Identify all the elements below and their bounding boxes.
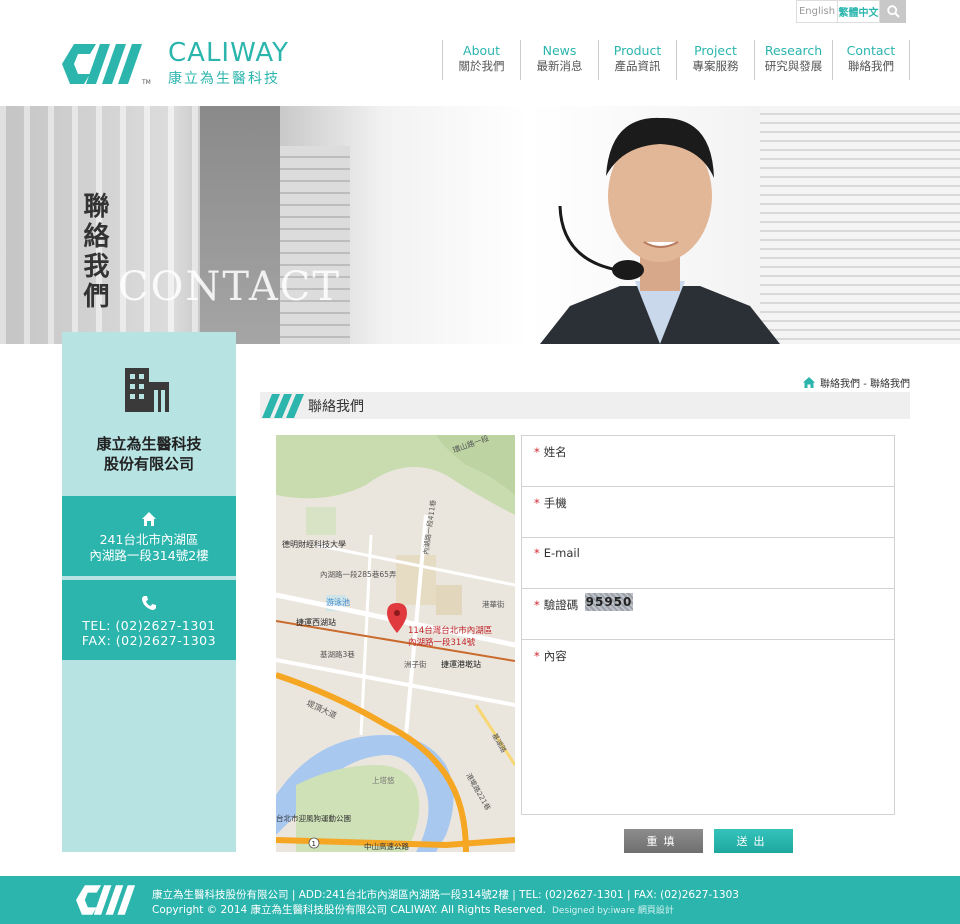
title-stripes-icon (262, 394, 304, 418)
section-title-bar: 聯絡我們 (260, 392, 910, 419)
nav-item-about[interactable]: About 關於我們 (442, 40, 520, 80)
map-label-expressway: 中山高速公路 (364, 841, 409, 851)
map-label-university: 德明財經科技大學 (282, 539, 346, 549)
map-label-station-gangqian: 捷運港墘站 (441, 659, 481, 669)
nav-label-zh: 聯絡我們 (848, 59, 894, 73)
banner-stairs-image (280, 146, 350, 344)
banner-title-zh: 聯絡我們 (79, 192, 109, 312)
tel-text: TEL: (02)2627-1301 (82, 618, 216, 633)
nav-label-en: About (463, 43, 500, 58)
banner-operator-photo (540, 117, 780, 344)
breadcrumb: 聯絡我們 - 聯絡我們 (803, 375, 910, 390)
sidebar-phone-card: TEL: (02)2627-1301 FAX: (02)2627-1303 (62, 580, 236, 660)
banner-blinds-image (760, 106, 960, 344)
main-nav: About 關於我們 News 最新消息 Product 產品資訊 Projec… (442, 40, 910, 80)
sidebar-company-card: 康立為生醫科技 股份有限公司 (62, 332, 236, 494)
submit-button[interactable]: 送出 (714, 829, 793, 853)
building-icon (125, 368, 169, 412)
content-field: * 內容 (522, 640, 894, 816)
name-field: * 姓名 (522, 436, 894, 487)
map-label-gangxi: 港華街 (482, 599, 505, 609)
map-label-pool: 游泳池 (326, 597, 350, 607)
nav-label-en: Project (694, 43, 737, 58)
footer-info: 康立為生醫科技股份有限公司 | ADD:241台北市內湖區內湖路一段314號2樓… (152, 889, 739, 901)
location-map[interactable]: 德明財經科技大學 內湖路一段285巷65弄 游泳池 捷運西湖站 114台灣台北市… (276, 435, 515, 852)
content-textarea[interactable] (540, 666, 880, 806)
captcha-input[interactable] (540, 613, 880, 633)
fax-text: FAX: (02)2627-1303 (81, 633, 217, 648)
sidebar-address-card: 241台北市內湖區 內湖路一段314號2樓 (62, 496, 236, 576)
nav-label-en: Product (613, 43, 662, 58)
page-title: 聯絡我們 (308, 398, 364, 415)
captcha-label: 驗證碼 (543, 598, 579, 612)
banner-title-en: CONTACT (118, 264, 342, 310)
map-label-station-west: 捷運西湖站 (296, 617, 336, 627)
nav-label-zh: 專案服務 (692, 59, 739, 73)
phone-label: 手機 (543, 496, 567, 510)
caliway-logo-mark-icon: TM (62, 44, 151, 84)
nav-item-contact[interactable]: Contact 聯絡我們 (832, 40, 910, 80)
map-label-lane: 洲子街 (404, 659, 427, 669)
utility-bar: English 繁體中文 (796, 0, 906, 23)
footer: 康立為生醫科技股份有限公司 | ADD:241台北市內湖區內湖路一段314號2樓… (0, 876, 960, 924)
map-label-park: 台北市迎風狗運動公園 (276, 813, 351, 823)
name-input[interactable] (540, 460, 880, 480)
nav-label-zh: 產品資訊 (614, 59, 661, 73)
logo-name-zh: 康立為生醫科技 (168, 71, 280, 87)
search-button[interactable] (880, 0, 906, 23)
required-mark: * (534, 445, 540, 459)
sidebar: 康立為生醫科技 股份有限公司 241台北市內湖區 內湖路一段314號2樓 TEL… (62, 332, 236, 852)
map-label-shield: 1 (312, 840, 316, 848)
address-line1: 241台北市內湖區 (99, 532, 199, 547)
nav-label-en: Research (764, 43, 823, 58)
contact-banner: 聯絡我們 CONTACT (0, 106, 960, 344)
phone-field: * 手機 (522, 487, 894, 538)
phone-icon (142, 596, 156, 610)
contact-form: * 姓名 * 手機 * E-mail * 驗證碼 95950 * 內容 (521, 435, 895, 815)
email-field: * E-mail (522, 538, 894, 589)
captcha-image[interactable]: 95950 (585, 593, 633, 611)
content-label: 內容 (543, 649, 567, 663)
logo-name-en: CALIWAY (168, 38, 290, 68)
nav-item-research[interactable]: Research 研究與發展 (754, 40, 832, 80)
nav-item-project[interactable]: Project 專案服務 (676, 40, 754, 80)
nav-item-product[interactable]: Product 產品資訊 (598, 40, 676, 80)
lang-chinese-link[interactable]: 繁體中文 (838, 0, 880, 23)
home-icon (142, 512, 156, 526)
logo-tm: TM (141, 79, 151, 84)
email-label: E-mail (543, 546, 580, 560)
map-label-road1: 內湖路一段285巷65弄 (320, 569, 397, 579)
nav-item-news[interactable]: News 最新消息 (520, 40, 598, 80)
lang-english-link[interactable]: English (796, 0, 838, 23)
map-marker-line2: 內湖路一段314號 (408, 637, 476, 648)
nav-label-en: News (542, 43, 577, 58)
company-name-line1: 康立為生醫科技 (96, 435, 202, 453)
company-name-line2: 股份有限公司 (103, 455, 194, 473)
map-label-alley: 基湖路3巷 (320, 649, 355, 659)
breadcrumb-text[interactable]: 聯絡我們 - 聯絡我們 (820, 375, 910, 390)
footer-copyright: Copyright © 2014 康立為生醫科技股份有限公司 CALIWAY. … (152, 904, 546, 916)
reset-button[interactable]: 重填 (624, 829, 703, 853)
name-label: 姓名 (543, 445, 567, 459)
site-logo[interactable]: TM CALIWAY 康立為生醫科技 (62, 40, 289, 88)
footer-logo-icon (76, 885, 136, 915)
nav-label-en: Contact (846, 43, 896, 58)
breadcrumb-home-icon[interactable] (803, 377, 816, 388)
required-mark: * (534, 598, 540, 612)
map-marker-line1: 114台灣台北市內湖區 (408, 625, 492, 636)
required-mark: * (534, 546, 540, 560)
footer-designer-link[interactable]: Designed by:iware 網頁設計 (552, 906, 674, 916)
search-icon (886, 5, 900, 18)
nav-label-zh: 研究與發展 (764, 59, 823, 73)
address-line2: 內湖路一段314號2樓 (89, 548, 209, 563)
captcha-field: * 驗證碼 95950 (522, 589, 894, 640)
nav-label-zh: 關於我們 (458, 59, 505, 73)
phone-input[interactable] (540, 511, 880, 531)
required-mark: * (534, 496, 540, 510)
map-label-upper: 上塔悠 (372, 775, 395, 785)
required-mark: * (534, 649, 540, 663)
email-input[interactable] (540, 562, 880, 582)
nav-label-zh: 最新消息 (536, 59, 583, 73)
